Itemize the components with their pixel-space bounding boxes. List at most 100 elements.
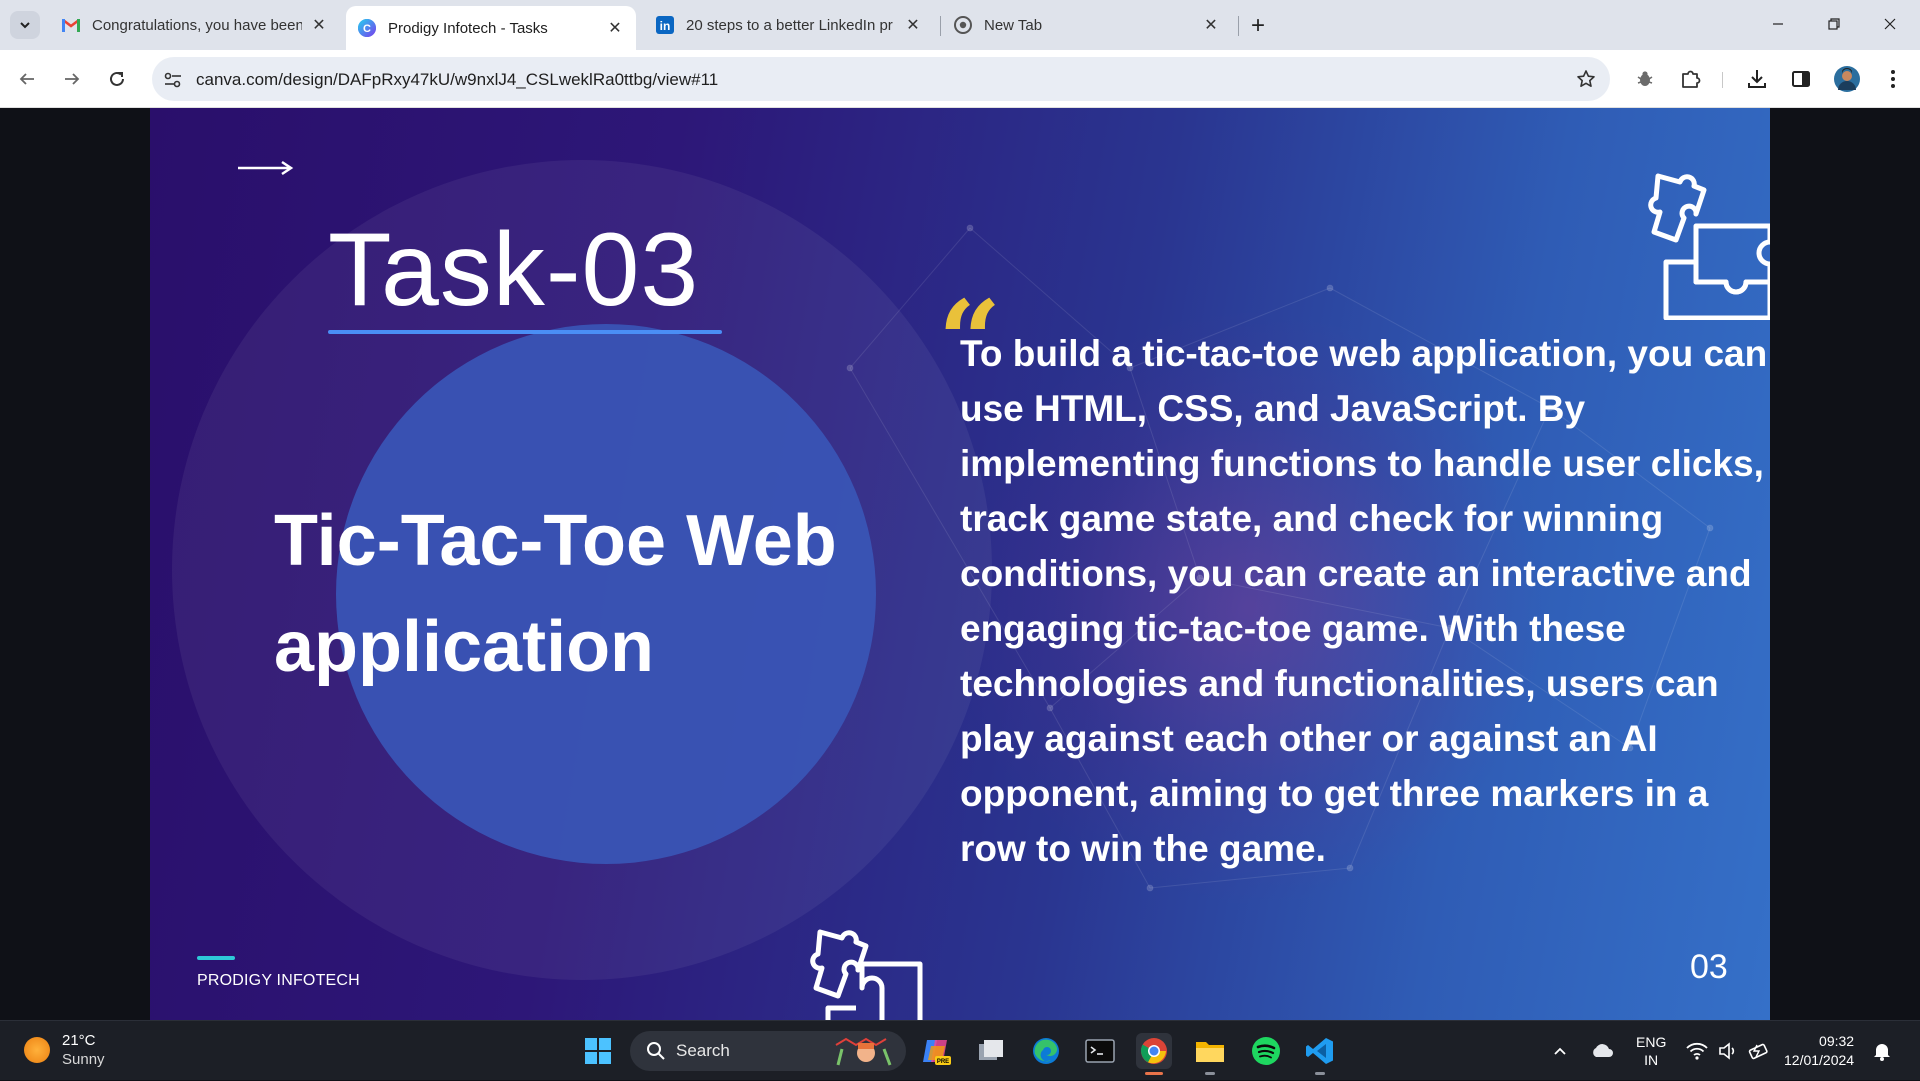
notifications-button[interactable] [1872, 1021, 1892, 1081]
running-indicator [1315, 1072, 1325, 1075]
tab-title: Prodigy Infotech - Tasks [388, 19, 548, 37]
slide-title: Tic-Tac-Toe Web application [274, 501, 837, 687]
side-panel-icon[interactable] [1786, 64, 1816, 94]
close-window-button[interactable] [1870, 8, 1910, 40]
tab-linkedin[interactable]: in 20 steps to a better LinkedIn pr ✕ [644, 7, 934, 43]
windows-taskbar: 21°C Sunny Search PRE ENG IN 09:32 12/01… [0, 1020, 1920, 1080]
slide-page-number: 03 [1690, 948, 1728, 986]
tab-separator [940, 16, 941, 36]
tab-title: New Tab [984, 16, 1043, 34]
weather-temp: 21°C [62, 1032, 96, 1049]
tray-overflow-button[interactable] [1552, 1021, 1568, 1081]
start-button[interactable] [580, 1033, 616, 1069]
chrome-icon [1140, 1038, 1167, 1064]
canva-icon: C [358, 19, 376, 37]
taskbar-search[interactable]: Search [630, 1031, 906, 1071]
tab-strip: Congratulations, you have been ✕ C Prodi… [0, 0, 1920, 50]
restore-button[interactable] [1814, 8, 1854, 40]
close-icon[interactable]: ✕ [606, 19, 624, 37]
terminal-icon [1085, 1039, 1115, 1063]
plus-icon: + [1250, 12, 1265, 39]
search-label: Search [676, 1041, 730, 1060]
taskbar-app-copilot[interactable]: PRE [918, 1033, 954, 1069]
language-region: IN [1644, 1052, 1659, 1068]
system-clock[interactable]: 09:32 12/01/2024 [1784, 1032, 1854, 1070]
reload-icon [110, 71, 124, 86]
arrow-right-icon [238, 160, 294, 176]
search-icon [647, 1042, 665, 1060]
tab-new-tab[interactable]: New Tab ✕ [942, 7, 1232, 43]
onedrive-icon[interactable] [1590, 1021, 1614, 1081]
tab-prodigy-tasks[interactable]: C Prodigy Infotech - Tasks ✕ [346, 6, 636, 50]
arrow-left-icon [19, 73, 34, 85]
notification-bell-icon [1874, 1041, 1892, 1061]
tab-separator [1238, 16, 1239, 36]
forward-button[interactable] [57, 64, 87, 94]
taskbar-app-edge[interactable] [1028, 1033, 1064, 1069]
footer-brand: PRODIGY INFOTECH [197, 972, 360, 989]
task-label-underline [328, 330, 722, 334]
url-text: canva.com/design/DAFpRxy47kU/w9nxlJ4_CSL… [196, 70, 719, 89]
taskbar-app-task-view[interactable] [973, 1033, 1009, 1069]
back-button[interactable] [12, 64, 42, 94]
slide-body-text: To build a tic-tac-toe web application, … [960, 333, 1768, 869]
close-icon [1884, 18, 1896, 30]
minimize-button[interactable] [1758, 8, 1798, 40]
close-icon[interactable]: ✕ [904, 16, 922, 34]
browser-toolbar: canva.com/design/DAFpRxy47kU/w9nxlJ4_CSL… [0, 50, 1920, 108]
address-bar[interactable]: canva.com/design/DAFpRxy47kU/w9nxlJ4_CSL… [152, 57, 1610, 101]
volume-icon [1719, 1042, 1735, 1060]
wifi-icon [1686, 1042, 1708, 1060]
spotify-icon [1252, 1037, 1280, 1065]
chevron-down-icon [20, 22, 30, 29]
profile-avatar[interactable] [1832, 64, 1862, 94]
windows-icon [585, 1038, 611, 1064]
language-indicator[interactable]: ENG IN [1636, 1021, 1666, 1081]
downloads-icon[interactable] [1742, 64, 1772, 94]
task-view-icon [979, 1040, 1003, 1060]
bookmark-star-icon[interactable] [1574, 67, 1598, 91]
chevron-up-icon [1554, 1047, 1566, 1055]
language-code: ENG [1636, 1034, 1667, 1050]
weather-condition: Sunny [62, 1051, 105, 1068]
copilot-icon: PRE [923, 1040, 951, 1065]
svg-text:C: C [363, 23, 371, 35]
sun-icon [24, 1037, 50, 1063]
extensions-puzzle-icon[interactable] [1676, 64, 1706, 94]
footer-accent-line [197, 956, 235, 960]
minimize-icon [1773, 23, 1783, 25]
arrow-right-icon [65, 73, 80, 85]
linkedin-icon: in [656, 16, 674, 34]
taskbar-app-terminal[interactable] [1082, 1033, 1118, 1069]
battery-icon [1748, 1043, 1768, 1060]
new-tab-button[interactable]: + [1244, 12, 1272, 40]
running-indicator [1145, 1072, 1163, 1075]
clock-date: 12/01/2024 [1784, 1052, 1855, 1068]
tab-search-button[interactable] [10, 11, 40, 39]
search-highlight-icon [835, 1037, 892, 1066]
taskbar-app-vscode[interactable] [1302, 1033, 1338, 1075]
presentation-slide[interactable]: Task-03 Tic-Tac-Toe Web application “ To… [150, 108, 1770, 1020]
toolbar-divider [1722, 72, 1723, 88]
edge-icon [1033, 1038, 1059, 1064]
puzzle-pieces-icon [1648, 173, 1770, 320]
tab-gmail[interactable]: Congratulations, you have been ✕ [50, 7, 340, 43]
site-info-icon[interactable] [162, 69, 184, 91]
extension-bug-icon[interactable] [1630, 64, 1660, 94]
svg-text:in: in [660, 19, 671, 33]
taskbar-app-chrome[interactable] [1136, 1033, 1172, 1075]
gmail-icon [62, 16, 80, 34]
restore-icon [1828, 18, 1840, 30]
chrome-menu-icon[interactable] [1878, 64, 1908, 94]
tab-title: Congratulations, you have been [92, 16, 302, 34]
close-icon[interactable]: ✕ [310, 16, 328, 34]
close-icon[interactable]: ✕ [1202, 16, 1220, 34]
running-indicator [1205, 1072, 1215, 1075]
reload-button[interactable] [102, 64, 132, 94]
canva-viewer: Task-03 Tic-Tac-Toe Web application “ To… [0, 108, 1920, 1020]
tab-title: 20 steps to a better LinkedIn pr [686, 16, 893, 34]
taskbar-app-file-explorer[interactable] [1192, 1033, 1228, 1075]
quick-settings[interactable] [1686, 1021, 1770, 1081]
weather-widget[interactable]: 21°C Sunny [24, 1031, 105, 1069]
taskbar-app-spotify[interactable] [1248, 1033, 1284, 1069]
